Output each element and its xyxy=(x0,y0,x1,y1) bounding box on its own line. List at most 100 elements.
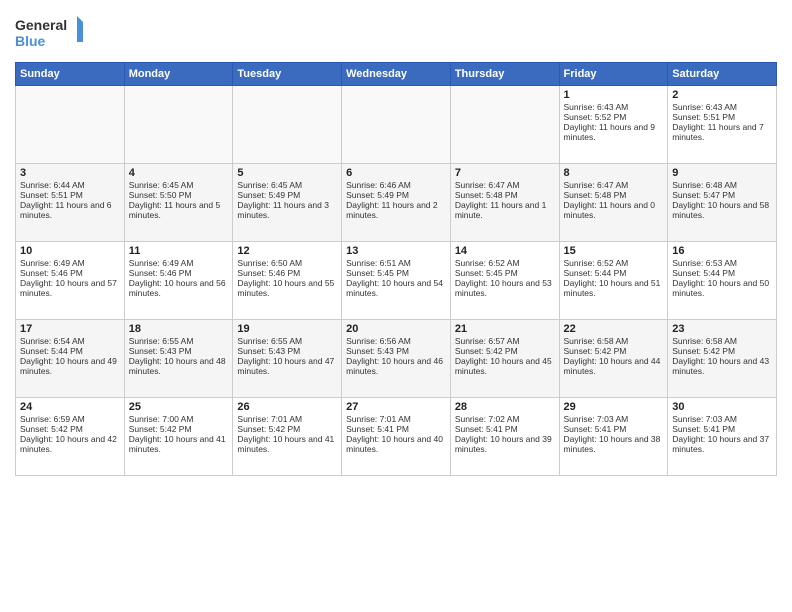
cell-content: Sunrise: 6:55 AM xyxy=(129,336,229,346)
cell-content: Sunset: 5:47 PM xyxy=(672,190,772,200)
cell-content: Daylight: 10 hours and 50 minutes. xyxy=(672,278,772,298)
day-number: 14 xyxy=(455,245,555,257)
calendar-header-row: SundayMondayTuesdayWednesdayThursdayFrid… xyxy=(16,63,777,86)
cell-content: Sunrise: 6:59 AM xyxy=(20,414,120,424)
day-number: 1 xyxy=(564,89,664,101)
cell-content: Sunset: 5:50 PM xyxy=(129,190,229,200)
cell-content: Daylight: 10 hours and 38 minutes. xyxy=(564,434,664,454)
calendar-cell: 22Sunrise: 6:58 AMSunset: 5:42 PMDayligh… xyxy=(559,320,668,398)
day-number: 17 xyxy=(20,323,120,335)
day-number: 13 xyxy=(346,245,446,257)
day-number: 5 xyxy=(237,167,337,179)
cell-content: Sunrise: 6:49 AM xyxy=(20,258,120,268)
calendar-cell: 3Sunrise: 6:44 AMSunset: 5:51 PMDaylight… xyxy=(16,164,125,242)
cell-content: Sunrise: 6:43 AM xyxy=(564,102,664,112)
cell-content: Sunrise: 6:49 AM xyxy=(129,258,229,268)
cell-content: Sunrise: 6:50 AM xyxy=(237,258,337,268)
cell-content: Sunrise: 6:47 AM xyxy=(564,180,664,190)
cell-content: Sunset: 5:52 PM xyxy=(564,112,664,122)
page-container: GeneralBlue SundayMondayTuesdayWednesday… xyxy=(0,0,792,486)
calendar-cell: 13Sunrise: 6:51 AMSunset: 5:45 PMDayligh… xyxy=(342,242,451,320)
calendar-cell: 9Sunrise: 6:48 AMSunset: 5:47 PMDaylight… xyxy=(668,164,777,242)
cell-content: Sunset: 5:42 PM xyxy=(672,346,772,356)
day-of-week-header: Friday xyxy=(559,63,668,86)
day-number: 28 xyxy=(455,401,555,413)
day-number: 3 xyxy=(20,167,120,179)
cell-content: Daylight: 10 hours and 43 minutes. xyxy=(672,356,772,376)
cell-content: Sunrise: 7:03 AM xyxy=(672,414,772,424)
cell-content: Daylight: 11 hours and 1 minute. xyxy=(455,200,555,220)
cell-content: Sunrise: 7:03 AM xyxy=(564,414,664,424)
cell-content: Daylight: 10 hours and 58 minutes. xyxy=(672,200,772,220)
day-number: 30 xyxy=(672,401,772,413)
calendar-cell: 17Sunrise: 6:54 AMSunset: 5:44 PMDayligh… xyxy=(16,320,125,398)
day-number: 22 xyxy=(564,323,664,335)
cell-content: Sunset: 5:41 PM xyxy=(455,424,555,434)
day-number: 2 xyxy=(672,89,772,101)
cell-content: Sunset: 5:42 PM xyxy=(455,346,555,356)
calendar-cell: 14Sunrise: 6:52 AMSunset: 5:45 PMDayligh… xyxy=(450,242,559,320)
cell-content: Daylight: 10 hours and 42 minutes. xyxy=(20,434,120,454)
cell-content: Sunset: 5:45 PM xyxy=(346,268,446,278)
cell-content: Daylight: 11 hours and 2 minutes. xyxy=(346,200,446,220)
cell-content: Sunrise: 6:57 AM xyxy=(455,336,555,346)
calendar-week-row: 24Sunrise: 6:59 AMSunset: 5:42 PMDayligh… xyxy=(16,398,777,476)
cell-content: Daylight: 10 hours and 41 minutes. xyxy=(237,434,337,454)
calendar-cell xyxy=(16,86,125,164)
cell-content: Sunset: 5:48 PM xyxy=(564,190,664,200)
cell-content: Sunrise: 6:44 AM xyxy=(20,180,120,190)
cell-content: Sunset: 5:42 PM xyxy=(129,424,229,434)
cell-content: Sunset: 5:48 PM xyxy=(455,190,555,200)
calendar-cell: 25Sunrise: 7:00 AMSunset: 5:42 PMDayligh… xyxy=(124,398,233,476)
calendar-cell: 23Sunrise: 6:58 AMSunset: 5:42 PMDayligh… xyxy=(668,320,777,398)
day-number: 24 xyxy=(20,401,120,413)
calendar-cell: 24Sunrise: 6:59 AMSunset: 5:42 PMDayligh… xyxy=(16,398,125,476)
cell-content: Sunrise: 6:55 AM xyxy=(237,336,337,346)
cell-content: Daylight: 11 hours and 5 minutes. xyxy=(129,200,229,220)
day-of-week-header: Thursday xyxy=(450,63,559,86)
cell-content: Sunrise: 7:02 AM xyxy=(455,414,555,424)
day-number: 18 xyxy=(129,323,229,335)
cell-content: Sunrise: 6:52 AM xyxy=(564,258,664,268)
cell-content: Daylight: 10 hours and 54 minutes. xyxy=(346,278,446,298)
day-number: 20 xyxy=(346,323,446,335)
cell-content: Sunrise: 6:46 AM xyxy=(346,180,446,190)
cell-content: Daylight: 10 hours and 53 minutes. xyxy=(455,278,555,298)
cell-content: Sunset: 5:46 PM xyxy=(129,268,229,278)
cell-content: Sunrise: 7:00 AM xyxy=(129,414,229,424)
cell-content: Sunrise: 6:58 AM xyxy=(672,336,772,346)
cell-content: Daylight: 11 hours and 9 minutes. xyxy=(564,122,664,142)
svg-text:Blue: Blue xyxy=(15,33,46,49)
day-number: 23 xyxy=(672,323,772,335)
cell-content: Daylight: 11 hours and 6 minutes. xyxy=(20,200,120,220)
calendar-cell xyxy=(342,86,451,164)
cell-content: Sunrise: 6:45 AM xyxy=(129,180,229,190)
cell-content: Daylight: 10 hours and 48 minutes. xyxy=(129,356,229,376)
cell-content: Sunset: 5:43 PM xyxy=(237,346,337,356)
cell-content: Sunrise: 6:43 AM xyxy=(672,102,772,112)
cell-content: Sunrise: 6:56 AM xyxy=(346,336,446,346)
cell-content: Sunrise: 7:01 AM xyxy=(237,414,337,424)
calendar-table: SundayMondayTuesdayWednesdayThursdayFrid… xyxy=(15,62,777,476)
cell-content: Sunset: 5:43 PM xyxy=(346,346,446,356)
cell-content: Sunset: 5:42 PM xyxy=(237,424,337,434)
day-of-week-header: Saturday xyxy=(668,63,777,86)
day-of-week-header: Sunday xyxy=(16,63,125,86)
cell-content: Daylight: 10 hours and 46 minutes. xyxy=(346,356,446,376)
calendar-cell: 2Sunrise: 6:43 AMSunset: 5:51 PMDaylight… xyxy=(668,86,777,164)
calendar-cell: 30Sunrise: 7:03 AMSunset: 5:41 PMDayligh… xyxy=(668,398,777,476)
cell-content: Daylight: 10 hours and 55 minutes. xyxy=(237,278,337,298)
calendar-week-row: 1Sunrise: 6:43 AMSunset: 5:52 PMDaylight… xyxy=(16,86,777,164)
calendar-cell: 4Sunrise: 6:45 AMSunset: 5:50 PMDaylight… xyxy=(124,164,233,242)
cell-content: Daylight: 10 hours and 56 minutes. xyxy=(129,278,229,298)
cell-content: Sunset: 5:41 PM xyxy=(346,424,446,434)
calendar-week-row: 10Sunrise: 6:49 AMSunset: 5:46 PMDayligh… xyxy=(16,242,777,320)
calendar-week-row: 17Sunrise: 6:54 AMSunset: 5:44 PMDayligh… xyxy=(16,320,777,398)
cell-content: Daylight: 10 hours and 45 minutes. xyxy=(455,356,555,376)
cell-content: Daylight: 10 hours and 37 minutes. xyxy=(672,434,772,454)
cell-content: Daylight: 11 hours and 0 minutes. xyxy=(564,200,664,220)
day-of-week-header: Wednesday xyxy=(342,63,451,86)
cell-content: Sunrise: 6:45 AM xyxy=(237,180,337,190)
calendar-cell: 10Sunrise: 6:49 AMSunset: 5:46 PMDayligh… xyxy=(16,242,125,320)
cell-content: Sunset: 5:43 PM xyxy=(129,346,229,356)
